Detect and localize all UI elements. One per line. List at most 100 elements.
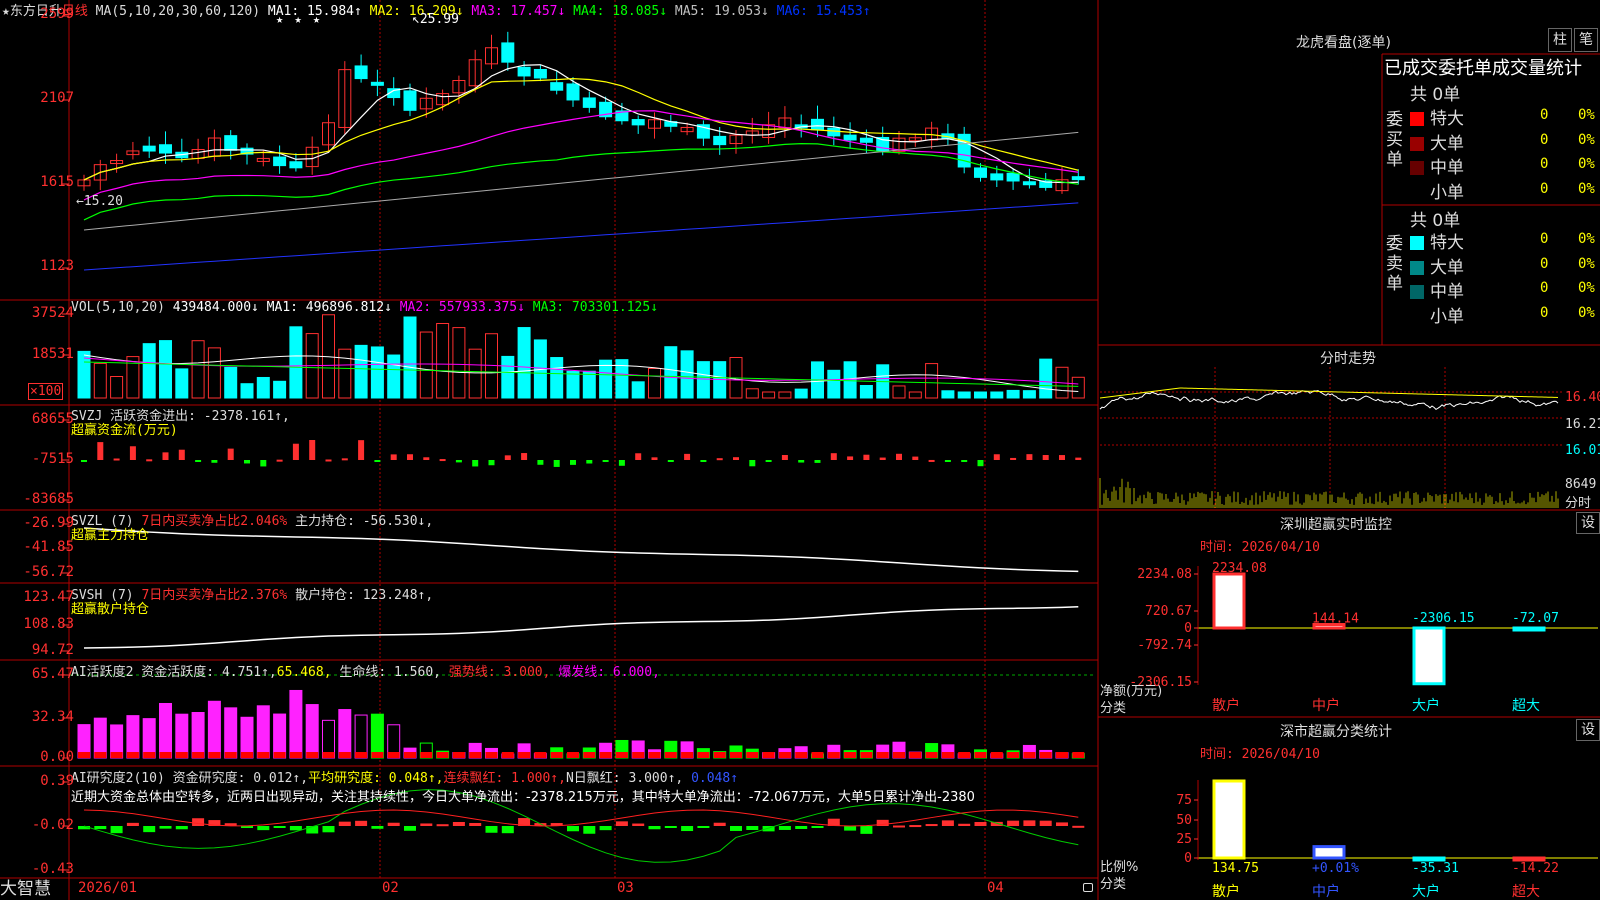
- research-bar: [322, 826, 335, 833]
- fund-flow-bar: [635, 453, 642, 460]
- activity-base: [224, 752, 237, 758]
- x-tick: 2026/01: [78, 880, 138, 896]
- fund-flow-bar: [651, 457, 658, 460]
- activity-base: [175, 752, 188, 758]
- row-pct: 0%: [1578, 180, 1595, 197]
- intraday-price: 16.40: [1565, 390, 1600, 405]
- candle-body: [224, 135, 238, 151]
- classify-settings-button[interactable]: 设: [1576, 719, 1600, 741]
- candle-body: [827, 127, 841, 137]
- kline-y-tick: 1615: [40, 174, 74, 190]
- research-bar: [713, 822, 726, 826]
- research-bar: [273, 826, 286, 828]
- volume-bar: [370, 346, 384, 399]
- activity-base: [338, 752, 351, 758]
- main-position-chart: [83, 527, 1079, 573]
- volume-bar: [224, 366, 238, 399]
- fund-flow-bar: [879, 457, 886, 460]
- fund-flow-bar: [749, 460, 756, 467]
- candle-body: [517, 66, 531, 77]
- lock-icon[interactable]: [1083, 883, 1093, 892]
- activity-bar: [289, 689, 303, 759]
- fund-flow-bar: [358, 440, 365, 460]
- fund-flow-bar: [195, 460, 202, 462]
- volume-bar: [794, 388, 808, 399]
- monitor-settings-button[interactable]: 设: [1576, 512, 1600, 534]
- volume-bar: [1071, 376, 1085, 399]
- volume-bar: [387, 354, 401, 399]
- x-tick: 02: [382, 880, 399, 896]
- fund-flow-bar: [162, 452, 169, 460]
- candle-body: [1022, 181, 1036, 186]
- research-bar: [436, 824, 449, 827]
- fund-flow-bar: [178, 449, 185, 460]
- volume-bar: [159, 340, 172, 399]
- activity-base: [599, 752, 612, 758]
- fund-flow-bar: [586, 460, 593, 464]
- buy-label: 委买单: [1386, 110, 1403, 170]
- volume-bar: [403, 316, 417, 399]
- bar-value-label: 2234.08: [1212, 561, 1267, 576]
- y-tick-label: 0: [1184, 621, 1192, 636]
- volume-bar: [468, 348, 482, 399]
- fund-flow-bar: [1042, 455, 1049, 460]
- ai1-header: AI活跃度2 资金活跃度: 4.751↑,65.468, 生命线: 1.560,…: [71, 665, 660, 680]
- activity-base: [844, 752, 857, 758]
- volume-bar: [436, 322, 450, 399]
- research-bar: [1007, 820, 1020, 826]
- y-tick-label: 25: [1176, 832, 1192, 847]
- ai1-y-tick: 65.47: [31, 666, 74, 682]
- volume-bar: [566, 370, 580, 399]
- research-bar: [925, 824, 938, 827]
- research-bar: [615, 821, 628, 826]
- sell-row: 大单: [1410, 253, 1464, 278]
- y-tick-label: 2234.08: [1137, 567, 1192, 582]
- activity-base: [110, 752, 123, 758]
- bar-value-label: 144.14: [1312, 612, 1359, 627]
- intraday-price: 16.21: [1565, 417, 1600, 432]
- research-bar: [893, 825, 905, 828]
- fund-flow-bar: [618, 460, 625, 466]
- activity-base: [1023, 752, 1036, 758]
- activity-bar: [159, 702, 172, 759]
- research-bar: [632, 823, 645, 826]
- classify-time: 时间: 2026/04/10: [1200, 747, 1320, 762]
- fund-flow-bar: [390, 454, 397, 460]
- svsh-y-tick: 94.72: [31, 642, 74, 658]
- tick-mode-button[interactable]: 笔: [1574, 28, 1598, 52]
- research-bar: [974, 822, 987, 826]
- research-bar: [257, 826, 270, 831]
- activity-base: [257, 752, 270, 758]
- app-logo[interactable]: 大智慧: [0, 878, 51, 900]
- chart-canvas[interactable]: 2234.08 720.67 0 -792.74 -2306.15 2234.08 散户 14…: [0, 0, 1600, 900]
- activity-base: [1056, 752, 1068, 758]
- category-label: 大户: [1412, 697, 1440, 714]
- fund-flow-bar: [488, 460, 495, 466]
- bar-大户: [1412, 626, 1446, 686]
- sell-row: 特大: [1410, 228, 1464, 253]
- kline-y-tick: 1123: [40, 258, 74, 274]
- research-bar: [583, 826, 596, 834]
- volume-bar: [175, 368, 189, 399]
- category-label: 散户: [1212, 883, 1240, 900]
- y-tick-label: 0: [1184, 851, 1192, 866]
- activity-base: [958, 752, 971, 758]
- candle-body: [273, 156, 287, 167]
- ma-params: MA(5,10,20,30,60,120): [95, 4, 261, 19]
- volume-bar: [550, 357, 564, 399]
- svzj-y-tick: -83685: [23, 491, 74, 507]
- volume-bar: [680, 350, 694, 399]
- svzl-y-tick: -26.99: [23, 515, 74, 531]
- research-bar: [289, 826, 302, 831]
- volume-bar: [256, 376, 270, 399]
- activity-base: [778, 752, 791, 758]
- sell-row: 中单: [1410, 277, 1464, 302]
- volume-bar: [925, 363, 939, 399]
- ai2-y-tick: -0.02: [31, 817, 74, 833]
- svzj-y-tick: -7515: [31, 451, 74, 467]
- category-label: 散户: [1212, 697, 1240, 714]
- bar-mode-button[interactable]: 柱: [1548, 28, 1572, 52]
- research-bar: [681, 826, 694, 832]
- research-bar: [746, 826, 759, 831]
- legend-swatch: [1410, 260, 1424, 275]
